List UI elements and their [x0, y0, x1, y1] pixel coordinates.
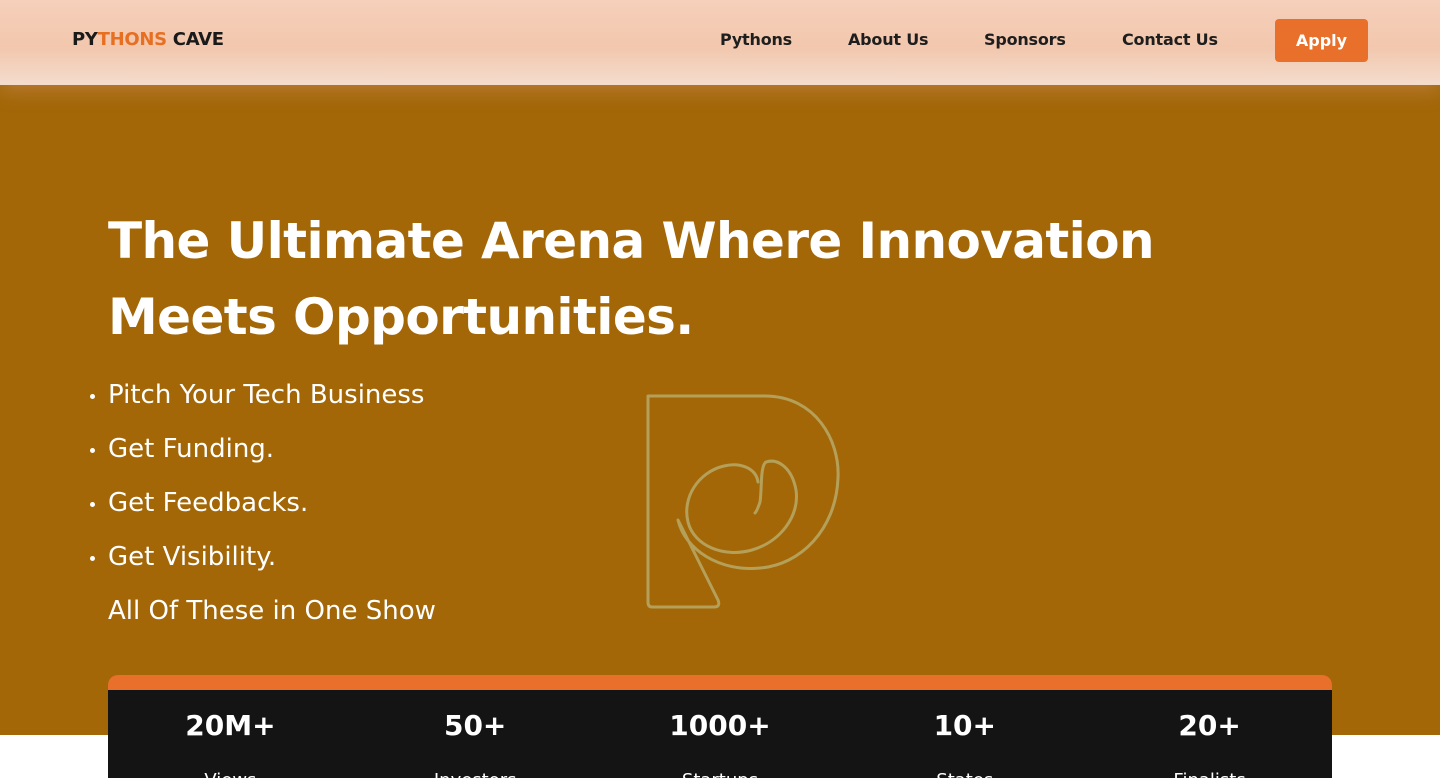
stat-value: 20M+	[185, 709, 276, 742]
stat-item: 1000+ Startups	[598, 690, 843, 778]
stat-item: 10+ States	[842, 690, 1087, 778]
stat-label: Finalists	[1087, 769, 1332, 778]
brand-logo[interactable]: PYTHONS CAVE	[72, 29, 224, 50]
brand-part-py: PY	[72, 29, 98, 50]
stat-label: Startups	[598, 769, 843, 778]
nav-link-about-us[interactable]: About Us	[848, 30, 929, 49]
bullet-item: Pitch Your Tech Business	[89, 375, 424, 429]
bullet-item: Get Visibility.	[89, 537, 424, 591]
stat-value: 20+	[1178, 709, 1241, 742]
stat-value: 1000+	[669, 709, 771, 742]
hero-section: The Ultimate Arena Where Innovation Meet…	[0, 85, 1440, 735]
stat-label: Views	[108, 769, 353, 778]
brand-part-thons: THONS	[97, 29, 167, 50]
p-logo-icon	[646, 394, 840, 609]
stat-value: 10+	[933, 709, 996, 742]
stat-label: States	[842, 769, 1087, 778]
stat-value: 50+	[443, 709, 507, 742]
stats-bar: 20M+ Views 50+ Investors 1000+ Startups …	[108, 675, 1332, 778]
stat-item: 20M+ Views	[108, 690, 353, 778]
bullet-item: Get Feedbacks.	[89, 483, 424, 537]
stat-label: Investors	[353, 769, 598, 778]
navbar: PYTHONS CAVE Pythons About Us Sponsors C…	[0, 0, 1440, 85]
hero-bullet-list: Pitch Your Tech Business Get Funding. Ge…	[89, 375, 424, 591]
brand-part-cave: CAVE	[166, 29, 224, 50]
nav-link-pythons[interactable]: Pythons	[720, 30, 792, 49]
hero-tagline: All Of These in One Show	[108, 596, 436, 626]
nav-link-contact-us[interactable]: Contact Us	[1122, 30, 1218, 49]
hero-headline: The Ultimate Arena Where Innovation Meet…	[108, 212, 1155, 346]
apply-button[interactable]: Apply	[1275, 19, 1368, 62]
nav-link-sponsors[interactable]: Sponsors	[984, 30, 1066, 49]
stat-item: 50+ Investors	[353, 690, 598, 778]
stat-item: 20+ Finalists	[1087, 690, 1332, 778]
bullet-item: Get Funding.	[89, 429, 424, 483]
